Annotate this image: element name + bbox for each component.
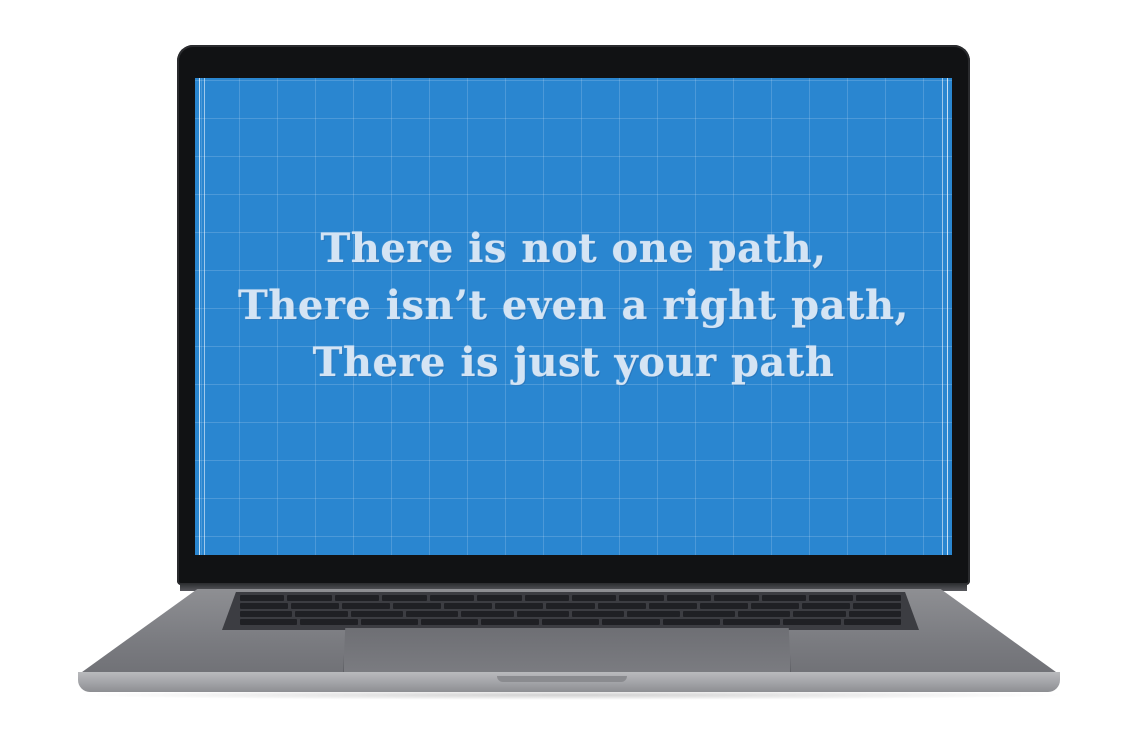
key [793,611,846,617]
key [495,603,544,609]
laptop-keyboard [222,592,919,630]
key [714,595,759,601]
key [848,611,901,617]
key [648,603,697,609]
key [627,611,680,617]
keyboard-row [240,611,901,617]
key [342,603,391,609]
key [291,603,340,609]
keyboard-row [240,595,901,601]
key [360,619,419,625]
key [481,619,539,625]
key [477,595,522,601]
key [300,619,358,625]
key [619,595,664,601]
key [597,603,646,609]
quote-line-2: There isn’t even a right path, [238,282,909,329]
key [809,595,854,601]
key [334,595,380,601]
key [852,603,902,609]
keyboard-row [240,603,902,609]
key [783,619,841,625]
key [429,595,475,601]
laptop-lid-notch [497,676,627,682]
key [662,619,720,625]
key [546,603,595,609]
key [843,619,901,625]
laptop-base-edge [78,672,1060,692]
laptop-trackpad [343,628,791,675]
photo-stage: There is not one path, There isn’t even … [0,0,1125,747]
key [801,603,850,609]
key [856,595,901,601]
key [240,603,289,609]
key [393,603,442,609]
quote-line-3: There is just your path [312,339,835,386]
key [516,611,569,617]
key [524,595,569,601]
keyboard-row [240,619,901,625]
key [699,603,748,609]
key [750,603,799,609]
key [240,619,298,625]
key [444,603,493,609]
key [240,611,293,617]
key [240,595,285,601]
key [405,611,459,617]
key [682,611,735,617]
key [350,611,403,617]
key [571,595,617,601]
key [295,611,348,617]
key [421,619,479,625]
key [761,595,807,601]
key [461,611,514,617]
key [602,619,660,625]
laptop-screen: There is not one path, There isn’t even … [195,78,952,555]
key [571,611,625,617]
laptop-lid: There is not one path, There isn’t even … [177,45,970,585]
key [737,611,791,617]
key [382,595,427,601]
key [541,619,600,625]
quote-line-1: There is not one path, [320,225,827,272]
key [287,595,332,601]
quote-text: There is not one path, There isn’t even … [195,220,952,391]
key [666,595,712,601]
key [722,619,781,625]
